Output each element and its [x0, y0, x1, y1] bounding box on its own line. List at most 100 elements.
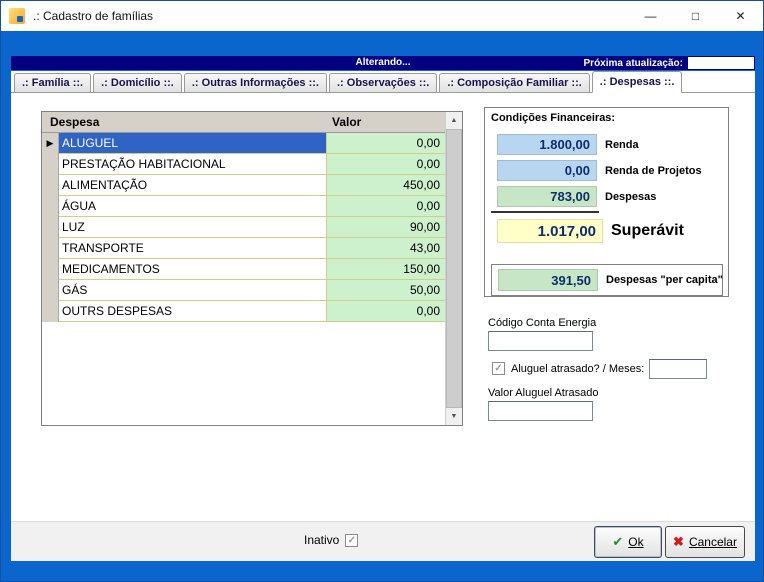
row-pointer-icon [42, 154, 59, 175]
tab-6[interactable]: .: Despesas ::. [592, 71, 683, 93]
row-pointer-icon [42, 259, 59, 280]
aluguel-atrasado-checkbox[interactable]: ✓ [492, 362, 505, 375]
status-bar: Alterando... Próxima atualização: [11, 56, 755, 70]
superavit-row: 1.017,00 Superávit [497, 219, 684, 243]
renda-projetos-row: 0,00 Renda de Projetos [497, 160, 702, 181]
renda-label: Renda [605, 139, 639, 151]
valor-cell[interactable]: 0,00 [327, 133, 445, 154]
per-capita-value: 391,50 [498, 269, 598, 291]
valor-cell[interactable]: 0,00 [327, 301, 445, 322]
inativo-checkbox[interactable]: ✓ [345, 534, 358, 547]
superavit-value: 1.017,00 [497, 219, 603, 243]
superavit-label: Superávit [611, 222, 684, 240]
row-pointer-icon: ▶ [42, 133, 59, 154]
close-button[interactable]: ✕ [718, 1, 763, 31]
cancel-button-label: Cancelar [689, 535, 737, 549]
despesas-label: Despesas [605, 191, 656, 203]
energia-label: Código Conta Energia [488, 317, 596, 329]
table-row[interactable]: TRANSPORTE43,00 [42, 238, 445, 259]
financial-conditions-title: Condições Financeiras: [491, 112, 615, 124]
row-pointer-icon [42, 238, 59, 259]
despesa-cell[interactable]: GÁS [59, 280, 327, 301]
per-capita-row: 391,50 Despesas "per capita" [498, 269, 723, 291]
despesa-cell[interactable]: LUZ [59, 217, 327, 238]
valor-cell[interactable]: 43,00 [327, 238, 445, 259]
renda-projetos-label: Renda de Projetos [605, 165, 702, 177]
app-icon [9, 8, 25, 24]
grid-body: ▶ALUGUEL0,00PRESTAÇÃO HABITACIONAL0,00AL… [42, 133, 445, 425]
per-capita-label: Despesas "per capita" [606, 274, 723, 286]
next-update-input[interactable] [688, 57, 754, 69]
despesas-row: 783,00 Despesas [497, 186, 656, 207]
tab-1[interactable]: .: Família ::. [14, 73, 91, 92]
tab-3[interactable]: .: Outras Informações ::. [184, 73, 327, 92]
table-row[interactable]: LUZ90,00 [42, 217, 445, 238]
table-row[interactable]: PRESTAÇÃO HABITACIONAL0,00 [42, 154, 445, 175]
valor-cell[interactable]: 50,00 [327, 280, 445, 301]
app-window: .: Cadastro de famílias — □ ✕ Alterando.… [0, 0, 764, 582]
despesa-cell[interactable]: ALUGUEL [59, 133, 327, 154]
cancel-button[interactable]: ✖ Cancelar [665, 526, 745, 558]
scroll-down-icon[interactable]: ▼ [446, 408, 462, 425]
tab-4[interactable]: .: Observações ::. [329, 73, 437, 92]
column-header-despesa: Despesa [42, 112, 327, 132]
table-row[interactable]: ÁGUA0,00 [42, 196, 445, 217]
vertical-scrollbar[interactable]: ▲ ▼ [445, 112, 462, 425]
row-pointer-icon [42, 301, 59, 322]
valor-cell[interactable]: 0,00 [327, 196, 445, 217]
valor-aluguel-label: Valor Aluguel Atrasado [488, 387, 598, 399]
meses-input[interactable] [649, 359, 707, 379]
valor-cell[interactable]: 90,00 [327, 217, 445, 238]
minimize-button[interactable]: — [628, 1, 673, 31]
ok-button-label: Ok [628, 535, 643, 549]
footer-bar: Inativo ✓ ✔ Ok ✖ Cancelar [11, 521, 755, 561]
check-icon: ✔ [612, 534, 623, 550]
scroll-up-icon[interactable]: ▲ [446, 112, 462, 129]
financial-conditions-panel: Condições Financeiras: 1.800,00 Renda 0,… [484, 107, 729, 297]
tab-5[interactable]: .: Composição Familiar ::. [439, 73, 589, 92]
valor-cell[interactable]: 450,00 [327, 175, 445, 196]
next-update-group: Próxima atualização: [584, 57, 754, 69]
aluguel-atrasado-label: Aluguel atrasado? / Meses: [511, 363, 644, 375]
x-icon: ✖ [673, 534, 684, 550]
row-pointer-icon [42, 217, 59, 238]
inativo-group: Inativo ✓ [304, 533, 358, 547]
window-controls: — □ ✕ [628, 1, 763, 31]
table-row[interactable]: OUTRS DESPESAS0,00 [42, 301, 445, 322]
row-pointer-icon [42, 196, 59, 217]
renda-row: 1.800,00 Renda [497, 134, 639, 155]
despesas-value: 783,00 [497, 186, 597, 207]
despesa-cell[interactable]: OUTRS DESPESAS [59, 301, 327, 322]
despesa-cell[interactable]: MEDICAMENTOS [59, 259, 327, 280]
despesa-cell[interactable]: ÁGUA [59, 196, 327, 217]
next-update-label: Próxima atualização: [584, 58, 683, 69]
tab-bar: .: Família ::..: Domicílio ::..: Outras … [11, 71, 755, 93]
renda-value: 1.800,00 [497, 134, 597, 155]
scrollbar-thumb[interactable] [446, 129, 462, 408]
ok-button[interactable]: ✔ Ok [594, 526, 662, 558]
renda-projetos-value: 0,00 [497, 160, 597, 181]
inativo-label: Inativo [304, 533, 339, 547]
table-row[interactable]: ▶ALUGUEL0,00 [42, 133, 445, 154]
per-capita-panel: 391,50 Despesas "per capita" [491, 264, 723, 296]
column-header-valor: Valor [327, 112, 445, 132]
title-bar: .: Cadastro de famílias — □ ✕ [1, 1, 763, 31]
table-row[interactable]: MEDICAMENTOS150,00 [42, 259, 445, 280]
row-pointer-icon [42, 175, 59, 196]
maximize-button[interactable]: □ [673, 1, 718, 31]
table-row[interactable]: GÁS50,00 [42, 280, 445, 301]
main-panel: .: Família ::..: Domicílio ::..: Outras … [11, 71, 755, 561]
totals-divider [491, 211, 599, 213]
window-title: .: Cadastro de famílias [33, 9, 153, 23]
valor-cell[interactable]: 150,00 [327, 259, 445, 280]
valor-aluguel-input[interactable] [488, 401, 593, 421]
table-row[interactable]: ALIMENTAÇÃO450,00 [42, 175, 445, 196]
energia-input[interactable] [488, 331, 593, 351]
grid-header: Despesa Valor [42, 112, 445, 133]
valor-cell[interactable]: 0,00 [327, 154, 445, 175]
despesa-cell[interactable]: TRANSPORTE [59, 238, 327, 259]
despesa-cell[interactable]: ALIMENTAÇÃO [59, 175, 327, 196]
row-pointer-icon [42, 280, 59, 301]
despesa-cell[interactable]: PRESTAÇÃO HABITACIONAL [59, 154, 327, 175]
tab-2[interactable]: .: Domicílio ::. [93, 73, 182, 92]
